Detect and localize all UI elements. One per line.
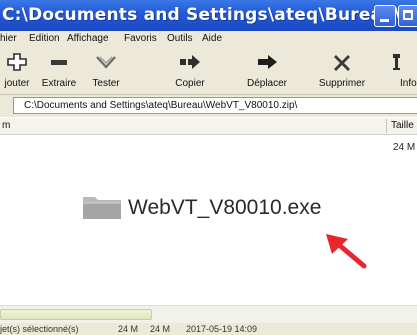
horizontal-scrollbar[interactable] [0, 305, 417, 323]
move-label: Déplacer [246, 78, 288, 89]
menu-favoris[interactable]: Favoris [124, 33, 157, 44]
title-bar[interactable]: C:\Documents and Settings\ateq\Bureau\W.… [0, 0, 417, 31]
test-icon [96, 56, 116, 69]
status-size: 24 M [118, 324, 139, 334]
file-size: 24 M [393, 142, 416, 153]
extract-button[interactable]: Extraire [36, 47, 82, 93]
delete-label: Supprimer [318, 78, 366, 89]
column-size-header[interactable]: Taille [391, 120, 414, 131]
maximize-button[interactable] [398, 5, 417, 27]
column-divider[interactable] [386, 119, 387, 133]
window-title: C:\Documents and Settings\ateq\Bureau\W.… [2, 5, 417, 25]
add-icon [7, 53, 27, 71]
address-input[interactable]: C:\Documents and Settings\ateq\Bureau\We… [13, 97, 417, 114]
scrollbar-thumb[interactable] [0, 309, 152, 320]
archive-manager-window: C:\Documents and Settings\ateq\Bureau\W.… [0, 0, 417, 335]
extract-label: Extraire [41, 78, 77, 89]
menu-edition[interactable]: Edition [29, 33, 60, 44]
info-icon [393, 54, 400, 70]
delete-icon [334, 55, 350, 71]
menu-outils[interactable]: Outils [167, 33, 193, 44]
info-button[interactable]: Inform [374, 47, 417, 93]
test-label: Tester [92, 78, 120, 89]
status-selection: jet(s) sélectionné(s) [0, 324, 79, 334]
status-packed: 24 M [150, 324, 171, 334]
delete-button[interactable]: Supprimer [312, 47, 372, 93]
copy-label: Copier [175, 78, 205, 89]
toolbar: jouter Extraire Tester Copier Déplacer S… [0, 47, 417, 95]
address-bar: C:\Documents and Settings\ateq\Bureau\We… [0, 95, 417, 117]
list-item[interactable]: WebVT_V80010.exe [82, 192, 382, 226]
column-header: m Taille [0, 118, 417, 135]
add-label: jouter [4, 78, 30, 89]
annotation-arrow-icon [326, 234, 367, 269]
move-button[interactable]: Déplacer [238, 47, 296, 93]
file-list: 24 M WebVT_V80010.exe [0, 135, 417, 305]
extract-icon [51, 60, 67, 65]
info-label: Inform [400, 78, 417, 89]
test-button[interactable]: Tester [84, 47, 128, 93]
status-date: 2017-05-19 14:09 [186, 324, 258, 334]
menu-file[interactable]: hier [0, 33, 17, 44]
copy-arrow-icon [180, 55, 200, 69]
add-button[interactable]: jouter [0, 47, 34, 93]
menu-affichage[interactable]: Affichage [67, 33, 109, 44]
menu-bar: hier Edition Affichage Favoris Outils Ai… [0, 31, 417, 47]
file-name: WebVT_V80010.exe [128, 196, 322, 219]
move-arrow-icon [258, 55, 277, 69]
copy-button[interactable]: Copier [168, 47, 212, 93]
column-name-header[interactable]: m [2, 120, 10, 131]
status-bar: jet(s) sélectionné(s) 24 M 24 M 2017-05-… [0, 323, 417, 335]
menu-aide[interactable]: Aide [202, 33, 222, 44]
minimize-button[interactable] [374, 5, 396, 27]
folder-icon [83, 197, 121, 219]
